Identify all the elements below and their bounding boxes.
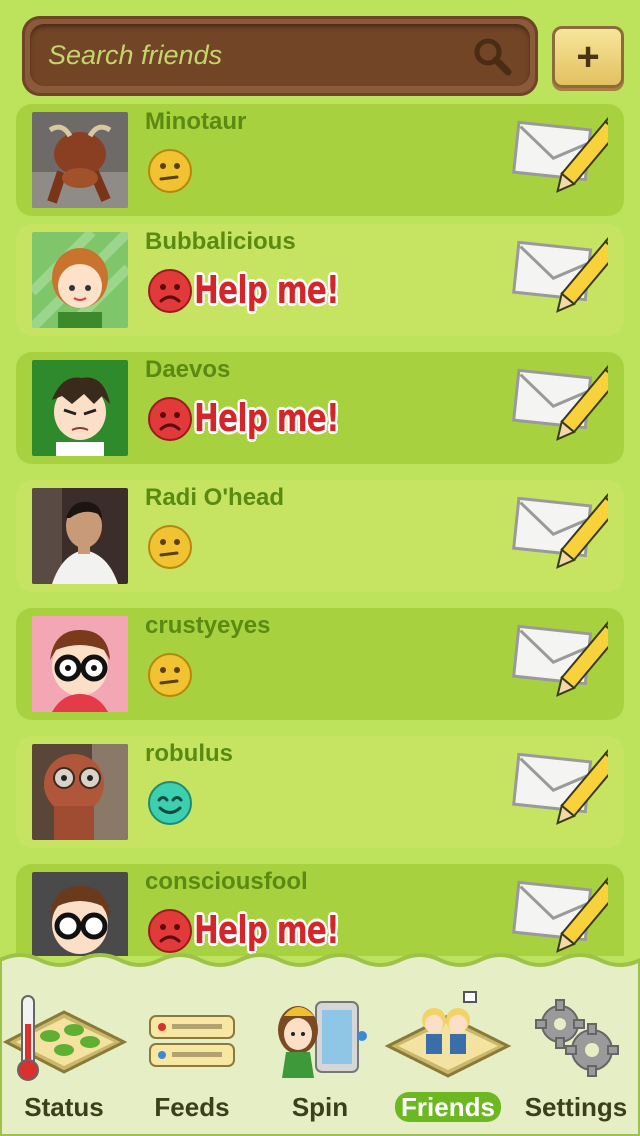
help-me-badge: Help me! [194,268,340,312]
tab-label-spin: Spin [291,1092,349,1122]
help-me-badge: Help me! [194,908,340,952]
search-icon[interactable] [472,36,512,76]
send-message-button[interactable] [512,112,626,202]
search-input[interactable] [48,24,428,86]
send-message-button[interactable] [512,616,626,706]
avatar [32,488,128,584]
send-message-button[interactable] [512,232,626,322]
farm-thermometer-icon [2,995,128,1081]
tab-label-status: Status [24,1092,104,1122]
avatar [32,744,128,840]
tab-label-feeds: Feeds [154,1092,230,1122]
send-message-button[interactable] [512,744,626,834]
friend-list[interactable]: Minotaur Bubbalicious Help me! Daevos He… [0,104,640,956]
mail-pencil-icon [512,232,626,313]
sad-face-icon [148,269,192,313]
avatar [32,232,128,328]
tab-label-friends: Friends [395,1092,501,1122]
friend-name: robulus [145,740,233,767]
friend-name: Radi O'head [145,484,285,511]
tab-status[interactable]: Status [0,980,128,1130]
help-me-badge: Help me! [194,396,340,440]
tab-friends[interactable]: Friends [384,980,512,1130]
send-message-button[interactable] [512,872,626,956]
search-bar [22,16,538,96]
mail-pencil-icon [512,488,626,569]
tab-spin[interactable]: Spin [256,980,384,1130]
mail-pencil-icon [512,616,626,697]
happy-face-icon [148,781,192,825]
avatar [32,872,128,956]
send-message-button[interactable] [512,488,626,578]
sad-face-icon [148,397,192,441]
feeds-icon [149,1015,235,1067]
friend-row[interactable]: Minotaur [16,104,626,216]
friend-row[interactable]: Bubbalicious Help me! [16,224,626,336]
friend-row[interactable]: Radi O'head [16,480,626,592]
tab-bar: Status Feeds Spin Friends Settings [0,950,640,1136]
friend-row[interactable]: crustyeyes [16,608,626,720]
mail-pencil-icon [512,744,626,825]
avatar [32,112,128,208]
spin-icon [278,1001,367,1078]
friend-name: Bubbalicious [145,228,296,255]
tab-settings[interactable]: Settings [512,980,640,1130]
friend-name: crustyeyes [145,612,271,639]
tab-feeds[interactable]: Feeds [128,980,256,1130]
mail-pencil-icon [512,872,626,953]
neutral-face-icon [148,525,192,569]
avatar [32,360,128,456]
neutral-face-icon [148,149,192,193]
mail-pencil-icon [512,360,626,441]
friend-name: consciousfool [145,868,308,895]
add-friend-button[interactable]: + [552,26,624,88]
avatar [32,616,128,712]
send-message-button[interactable] [512,360,626,450]
search-field-container [30,24,530,86]
friends-icon [384,991,512,1078]
friend-row[interactable]: Daevos Help me! [16,352,626,464]
gears-icon [535,999,619,1077]
mail-pencil-icon [512,112,626,193]
tab-label-settings: Settings [524,1092,628,1122]
add-label: + [576,35,600,79]
friend-row[interactable]: robulus [16,736,626,848]
friend-row[interactable]: consciousfool Help me! [16,864,626,956]
header: + [0,0,640,104]
neutral-face-icon [148,653,192,697]
friend-name: Minotaur [145,108,247,135]
friend-name: Daevos [145,356,231,383]
sad-face-icon [148,909,192,953]
